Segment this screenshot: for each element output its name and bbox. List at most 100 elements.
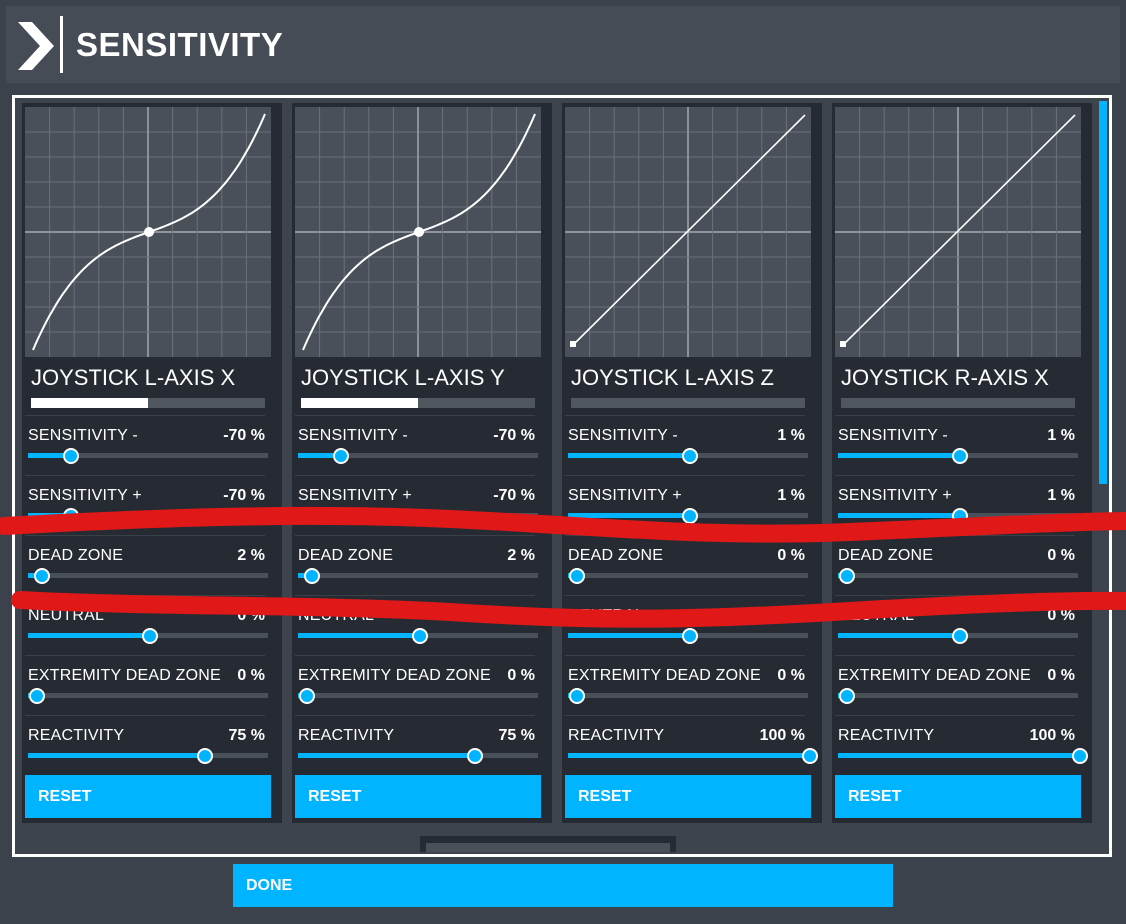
slider-fill	[838, 513, 958, 518]
setting-slider[interactable]	[838, 508, 1078, 524]
slider-handle[interactable]	[952, 448, 968, 464]
setting-value: 2 %	[237, 547, 265, 564]
setting-row: NEUTRAL 0 %	[25, 595, 268, 654]
setting-slider[interactable]	[568, 628, 808, 644]
response-curve-graph	[25, 107, 271, 357]
slider-handle[interactable]	[839, 688, 856, 704]
setting-slider[interactable]	[298, 568, 538, 584]
setting-slider[interactable]	[298, 628, 538, 644]
setting-label: EXTREMITY DEAD ZONE	[28, 667, 221, 684]
scrollbar-thumb[interactable]	[1099, 101, 1107, 484]
slider-handle[interactable]	[332, 448, 349, 464]
setting-slider[interactable]	[28, 448, 268, 464]
setting-label: REACTIVITY	[838, 727, 935, 744]
setting-slider[interactable]	[568, 688, 808, 704]
setting-row: DEAD ZONE 2 %	[295, 535, 538, 594]
slider-handle[interactable]	[569, 568, 586, 584]
slider-handle[interactable]	[839, 568, 856, 584]
reset-button[interactable]: RESET	[295, 775, 541, 818]
row-divider	[835, 415, 1075, 416]
setting-row: SENSITIVITY + 1 %	[565, 475, 808, 534]
setting-row: REACTIVITY 75 %	[295, 715, 538, 774]
slider-handle[interactable]	[142, 628, 158, 644]
row-divider	[835, 655, 1075, 656]
setting-row: DEAD ZONE 0 %	[835, 535, 1078, 594]
slider-handle[interactable]	[952, 508, 968, 524]
reset-button[interactable]: RESET	[565, 775, 811, 818]
setting-slider[interactable]	[298, 448, 538, 464]
slider-handle[interactable]	[682, 508, 698, 524]
slider-handle[interactable]	[682, 448, 698, 464]
setting-row: SENSITIVITY - 1 %	[565, 415, 808, 474]
slider-handle[interactable]	[197, 748, 214, 764]
setting-slider[interactable]	[568, 508, 808, 524]
slider-fill	[298, 633, 418, 638]
slider-handle[interactable]	[62, 448, 79, 464]
setting-value: 0 %	[1047, 607, 1075, 624]
setting-slider[interactable]	[28, 748, 268, 764]
setting-value: -70 %	[223, 427, 265, 444]
slider-fill	[298, 753, 474, 758]
row-divider	[25, 535, 265, 536]
slider-handle[interactable]	[299, 688, 316, 704]
slider-handle[interactable]	[569, 688, 586, 704]
slider-handle[interactable]	[34, 568, 50, 584]
setting-slider[interactable]	[568, 448, 808, 464]
slider-fill	[28, 633, 148, 638]
setting-slider[interactable]	[838, 568, 1078, 584]
setting-slider[interactable]	[28, 628, 268, 644]
horizontal-scrollbar[interactable]	[420, 836, 676, 852]
row-divider	[295, 655, 535, 656]
chevron-right-logo-icon	[18, 22, 54, 70]
setting-slider[interactable]	[838, 688, 1078, 704]
title-separator	[60, 16, 63, 73]
setting-row: NEUTRAL 0 %	[295, 595, 538, 654]
setting-slider[interactable]	[568, 568, 808, 584]
setting-slider[interactable]	[838, 748, 1088, 764]
axis-card: JOYSTICK R-AXIS X SENSITIVITY - 1 % SENS…	[832, 103, 1092, 823]
setting-slider[interactable]	[28, 508, 268, 524]
setting-row: SENSITIVITY - -70 %	[25, 415, 268, 474]
row-divider	[565, 475, 805, 476]
setting-row: NEUTRAL 0 %	[565, 595, 808, 654]
slider-handle[interactable]	[802, 748, 818, 764]
slider-handle[interactable]	[29, 688, 46, 704]
reset-button[interactable]: RESET	[25, 775, 271, 818]
setting-label: SENSITIVITY +	[568, 487, 682, 504]
slider-handle[interactable]	[62, 508, 79, 524]
done-button[interactable]: DONE	[233, 864, 893, 907]
setting-value: 0 %	[507, 667, 535, 684]
slider-fill	[568, 453, 688, 458]
slider-fill	[838, 633, 958, 638]
setting-slider[interactable]	[28, 568, 268, 584]
setting-label: REACTIVITY	[298, 727, 395, 744]
slider-handle[interactable]	[682, 628, 698, 644]
slider-handle[interactable]	[952, 628, 968, 644]
setting-slider[interactable]	[568, 748, 818, 764]
vertical-scrollbar[interactable]	[1099, 101, 1107, 845]
setting-slider[interactable]	[838, 448, 1078, 464]
row-divider	[295, 415, 535, 416]
setting-slider[interactable]	[838, 628, 1078, 644]
reset-button[interactable]: RESET	[835, 775, 1081, 818]
setting-slider[interactable]	[298, 748, 538, 764]
setting-row: REACTIVITY 75 %	[25, 715, 268, 774]
row-divider	[25, 715, 265, 716]
setting-slider[interactable]	[298, 688, 538, 704]
row-divider	[295, 535, 535, 536]
setting-label: SENSITIVITY -	[568, 427, 678, 444]
slider-handle[interactable]	[467, 748, 484, 764]
setting-value: 0 %	[237, 607, 265, 624]
slider-handle[interactable]	[332, 508, 349, 524]
axis-input-bar-fill	[301, 398, 418, 408]
row-divider	[835, 475, 1075, 476]
axis-input-bar	[841, 398, 1075, 408]
setting-row: NEUTRAL 0 %	[835, 595, 1078, 654]
setting-slider[interactable]	[298, 508, 538, 524]
slider-fill	[568, 513, 688, 518]
setting-slider[interactable]	[28, 688, 268, 704]
slider-handle[interactable]	[304, 568, 320, 584]
horizontal-scroll-indicator[interactable]	[426, 843, 670, 852]
slider-handle[interactable]	[1072, 748, 1088, 764]
slider-handle[interactable]	[412, 628, 428, 644]
